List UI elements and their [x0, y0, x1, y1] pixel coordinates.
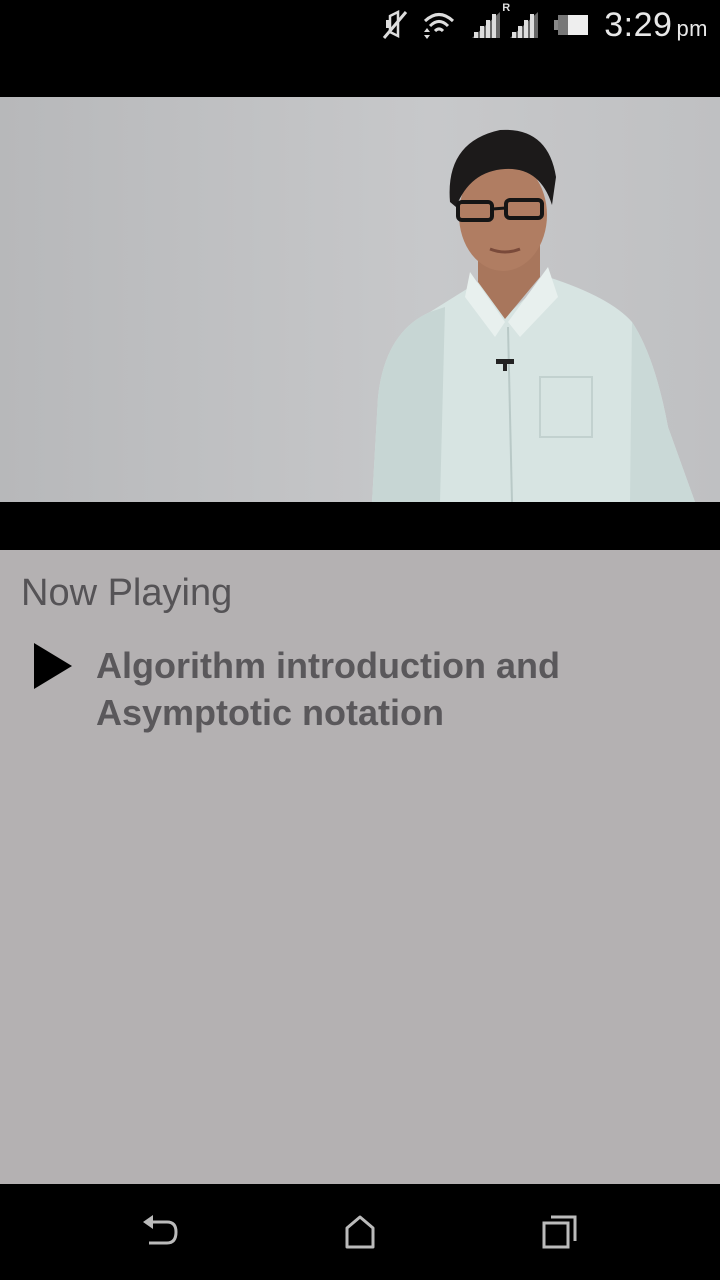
now-playing-panel: Now Playing Algorithm introduction and A…: [0, 550, 720, 1184]
wifi-icon: [422, 10, 456, 40]
battery-icon: [554, 13, 589, 37]
home-icon[interactable]: [341, 1214, 381, 1250]
navigation-bar: [0, 1184, 720, 1280]
roaming-label: R: [502, 2, 511, 14]
roaming-signal-icon: R: [502, 2, 540, 40]
video-player[interactable]: [0, 50, 720, 550]
video-frame[interactable]: [0, 97, 720, 502]
mute-icon: [382, 10, 408, 40]
back-icon[interactable]: [141, 1214, 181, 1250]
status-time: 3:29 pm: [604, 6, 708, 45]
clock-ampm: pm: [676, 15, 708, 41]
status-bar: R 3:29 pm: [0, 0, 720, 50]
playlist-item[interactable]: Algorithm introduction and Asymptotic no…: [0, 642, 720, 742]
playlist-item-title: Algorithm introduction and Asymptotic no…: [96, 645, 560, 733]
clock-time: 3:29: [604, 5, 673, 44]
play-icon[interactable]: [33, 642, 73, 696]
app-screen: R 3:29 pm Now Playing Algorithm introduc…: [0, 0, 720, 1280]
signal-icon: [470, 10, 502, 40]
presenter-image: [0, 97, 720, 502]
now-playing-heading: Now Playing: [21, 572, 233, 614]
recents-icon[interactable]: [541, 1214, 581, 1250]
